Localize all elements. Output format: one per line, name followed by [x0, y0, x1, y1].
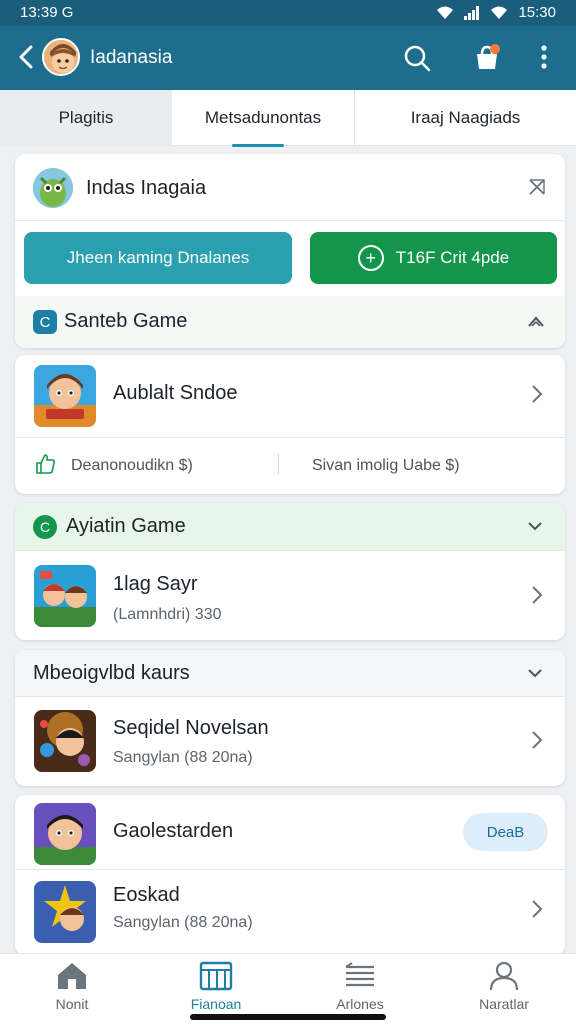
signal-icon — [464, 5, 480, 20]
game-icon: C — [33, 515, 57, 539]
divider — [15, 220, 565, 221]
nav-item-home[interactable]: Nonit — [0, 960, 144, 1020]
chevron-right-icon[interactable] — [530, 897, 544, 921]
game-thumbnail — [34, 365, 96, 427]
status-time-right: 15:30 — [518, 4, 556, 21]
more-vertical-icon[interactable] — [534, 42, 554, 72]
tab-bar: Plagitis Metsadunontas Iraaj Naagiads — [0, 90, 576, 146]
divider — [15, 437, 565, 438]
nav-label: Arlones — [336, 996, 384, 1012]
game-title: Aublalt Sndoe — [113, 382, 238, 404]
game-subtitle: Sangylan (88 20na) — [113, 914, 253, 931]
section-label: Mbeoigvlbd kaurs — [33, 662, 190, 684]
game-thumbnail — [34, 803, 96, 865]
status-icons: 15:30 — [436, 4, 556, 21]
wifi-icon — [437, 6, 454, 19]
card-title: Indas Inagaia — [86, 177, 207, 199]
status-time: 13:39 G — [20, 4, 74, 21]
nav-label: Naratlar — [479, 996, 529, 1012]
profile-card: Indas Inagaia Jheen kaming Dnalanes + T1… — [15, 154, 565, 348]
plus-circle-icon: + — [357, 245, 384, 271]
chevron-right-icon[interactable] — [530, 583, 544, 607]
tab-iraaj-naagiads[interactable]: Iraaj Naagiads — [354, 90, 576, 146]
tab-label: Plagitis — [58, 108, 114, 127]
wifi-icon-2 — [491, 6, 508, 19]
game-list-card: Gaolestarden DeaB Eoskad Sangylan (88 20… — [15, 795, 565, 955]
shopping-bag-icon[interactable] — [472, 42, 502, 72]
stat-left: Deanonoudikn $) — [71, 457, 193, 474]
home-indicator[interactable] — [190, 1014, 386, 1020]
nav-item-fianoan[interactable]: Fianoan — [144, 960, 288, 1020]
active-tab-indicator — [232, 144, 284, 147]
game-icon: C — [33, 310, 57, 334]
stat-right: Sivan imolig Uabe $) — [312, 457, 460, 474]
library-grid-icon — [199, 961, 233, 991]
tab-label: Iraaj Naagiads — [410, 108, 521, 127]
button-label: Jheen kaming Dnalanes — [66, 248, 250, 267]
divider — [278, 453, 279, 475]
game-thumbnail — [34, 565, 96, 627]
tab-plagitis[interactable]: Plagitis — [0, 90, 172, 146]
play-button[interactable]: DeaB — [463, 813, 548, 851]
avatar[interactable] — [42, 38, 80, 76]
divider — [15, 696, 565, 697]
section-card: Mbeoigvlbd kaurs Seqidel Novelsan Sangyl… — [15, 650, 565, 786]
chevron-right-icon[interactable] — [530, 728, 544, 752]
thumbs-up-icon[interactable] — [35, 453, 57, 475]
close-icon[interactable] — [526, 176, 548, 198]
chevron-down-icon[interactable] — [526, 666, 544, 680]
nav-item-arlones[interactable]: Arlones — [288, 960, 432, 1020]
divider — [15, 869, 565, 870]
section-header[interactable]: C Ayiatin Game — [15, 503, 565, 550]
section-row[interactable]: C Santeb Game — [15, 296, 565, 348]
game-title: Eoskad — [113, 884, 180, 906]
game-subtitle: (Lamnhdri) 330 — [113, 606, 222, 623]
tab-metsadunontas[interactable]: Metsadunontas — [172, 90, 354, 146]
status-bar: 13:39 G 15:30 — [0, 0, 576, 26]
section-label: Ayiatin Game — [66, 515, 186, 537]
game-title: Seqidel Novelsan — [113, 717, 269, 739]
person-icon — [489, 961, 519, 991]
app-title: Iadanasia — [90, 47, 173, 68]
section-header[interactable]: Mbeoigvlbd kaurs — [15, 650, 565, 697]
avatar — [33, 168, 73, 208]
nav-label: Nonit — [55, 996, 89, 1012]
back-arrow-icon[interactable] — [14, 42, 38, 72]
button-label: T16F Crit 4pde — [395, 248, 510, 267]
nav-item-profile[interactable]: Naratlar — [432, 960, 576, 1020]
home-icon — [58, 963, 86, 989]
game-thumbnail — [34, 881, 96, 943]
search-icon[interactable] — [402, 43, 432, 73]
secondary-action-button[interactable]: + T16F Crit 4pde — [310, 232, 557, 284]
nav-label: Fianoan — [190, 996, 242, 1012]
chevron-up-icon[interactable] — [524, 310, 548, 334]
game-title: 1lag Sayr — [113, 573, 198, 595]
section-label: Santeb Game — [64, 310, 188, 332]
primary-action-button[interactable]: Jheen kaming Dnalanes — [24, 232, 292, 284]
app-bar: Iadanasia — [0, 26, 576, 90]
game-thumbnail — [34, 710, 96, 772]
tab-label: Metsadunontas — [204, 108, 322, 127]
divider — [15, 550, 565, 551]
button-label: DeaB — [486, 823, 525, 841]
list-icon — [345, 962, 374, 987]
game-subtitle: Sangylan (88 20na) — [113, 749, 253, 766]
chevron-right-icon — [532, 385, 543, 403]
game-card[interactable]: Aublalt Sndoe Deanonoudikn $) Sivan imol… — [15, 355, 565, 494]
section-card: C Ayiatin Game 1lag Sayr (Lamnhdri) 330 — [15, 503, 565, 640]
chevron-down-icon[interactable] — [526, 519, 544, 533]
game-title: Gaolestarden — [113, 820, 234, 842]
